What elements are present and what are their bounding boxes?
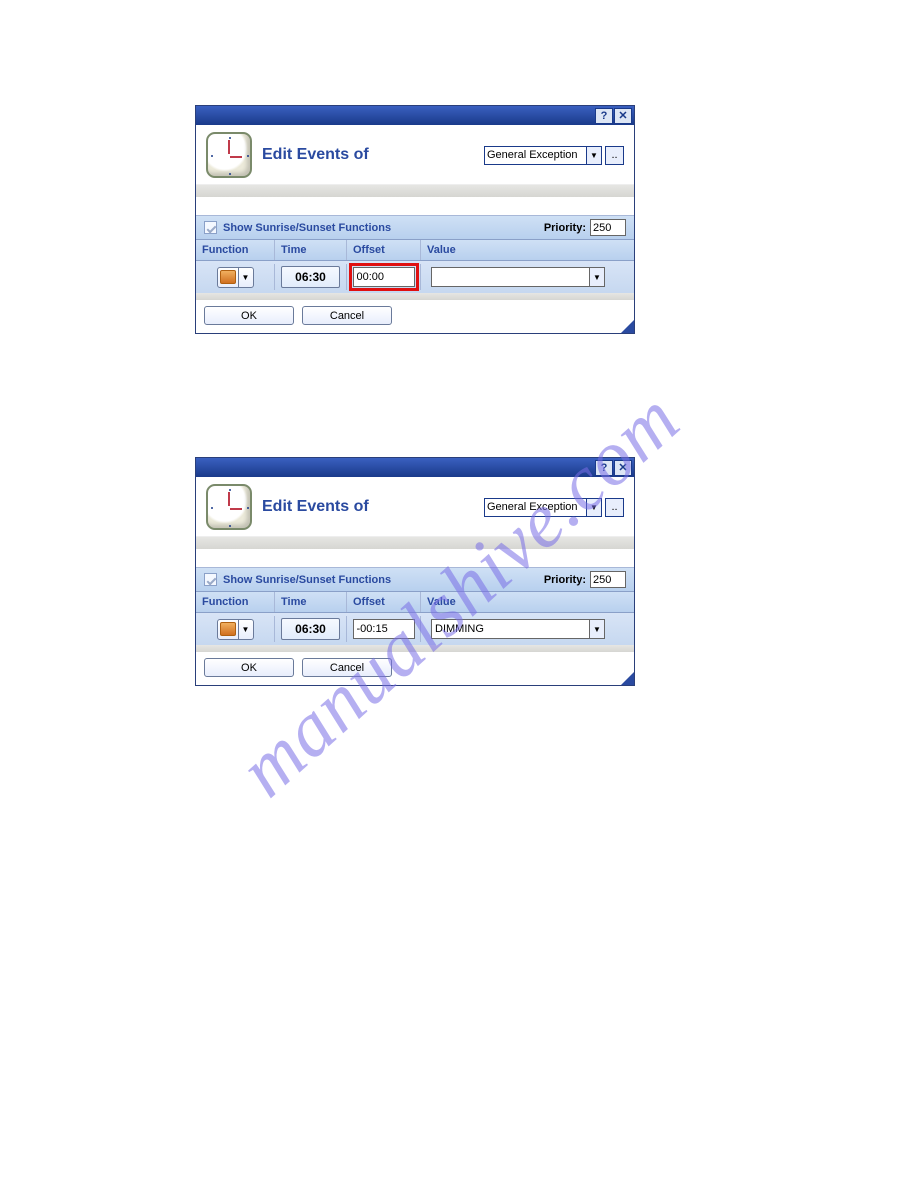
dialog-header: Edit Events of General Exception ▼ .. [196, 125, 634, 184]
exception-value: General Exception [487, 501, 578, 513]
priority-input[interactable] [590, 571, 626, 588]
value-select[interactable]: ▼ [431, 267, 605, 287]
col-offset: Offset [346, 592, 420, 612]
clock-icon [206, 132, 252, 178]
show-sunrise-checkbox[interactable] [204, 221, 217, 234]
sunrise-sunset-row: Show Sunrise/Sunset Functions Priority: [196, 567, 634, 592]
table-header: Function Time Offset Value [196, 592, 634, 613]
show-sunrise-checkbox[interactable] [204, 573, 217, 586]
divider [196, 184, 634, 197]
titlebar: ? ✕ [196, 458, 634, 477]
sunrise-icon [220, 622, 236, 636]
sunrise-sunset-row: Show Sunrise/Sunset Functions Priority: [196, 215, 634, 240]
help-button[interactable]: ? [595, 108, 613, 124]
chevron-down-icon: ▼ [586, 147, 601, 164]
offset-highlight [349, 263, 419, 291]
chevron-down-icon: ▼ [589, 268, 604, 286]
offset-input[interactable] [353, 267, 415, 287]
offset-cell [353, 619, 415, 639]
col-time: Time [274, 240, 346, 260]
ok-button[interactable]: OK [204, 658, 294, 677]
edit-events-dialog: ? ✕ Edit Events of General Exception ▼ .… [195, 457, 635, 686]
col-value: Value [420, 240, 634, 260]
cancel-button[interactable]: Cancel [302, 658, 392, 677]
browse-button[interactable]: .. [605, 146, 624, 165]
value-select[interactable]: DIMMING ▼ [431, 619, 605, 639]
divider [196, 645, 634, 652]
table-row: ▼ 06:30 ▼ [196, 261, 634, 293]
dialog-title: Edit Events of [262, 146, 369, 164]
dialog-title: Edit Events of [262, 498, 369, 516]
col-offset: Offset [346, 240, 420, 260]
priority-label: Priority: [544, 222, 586, 234]
function-dropdown[interactable]: ▼ [217, 619, 254, 640]
col-function: Function [196, 592, 274, 612]
time-cell[interactable]: 06:30 [281, 618, 340, 640]
close-button[interactable]: ✕ [614, 460, 632, 476]
divider [196, 293, 634, 300]
exception-select[interactable]: General Exception ▼ [484, 498, 602, 517]
col-value: Value [420, 592, 634, 612]
exception-select[interactable]: General Exception ▼ [484, 146, 602, 165]
chevron-down-icon: ▼ [589, 620, 604, 638]
col-function: Function [196, 240, 274, 260]
value-text: DIMMING [435, 623, 484, 635]
dialog-footer: OK Cancel [196, 300, 634, 333]
divider [196, 536, 634, 549]
edit-events-dialog: ? ✕ Edit Events of General Exception ▼ .… [195, 105, 635, 334]
col-time: Time [274, 592, 346, 612]
function-dropdown[interactable]: ▼ [217, 267, 254, 288]
chevron-down-icon: ▼ [238, 620, 253, 639]
browse-button[interactable]: .. [605, 498, 624, 517]
close-button[interactable]: ✕ [614, 108, 632, 124]
sunrise-icon [220, 270, 236, 284]
chevron-down-icon: ▼ [586, 499, 601, 516]
clock-icon [206, 484, 252, 530]
help-button[interactable]: ? [595, 460, 613, 476]
show-sunrise-label: Show Sunrise/Sunset Functions [223, 222, 391, 234]
priority-label: Priority: [544, 574, 586, 586]
exception-value: General Exception [487, 149, 578, 161]
offset-input[interactable] [353, 619, 415, 639]
cancel-button[interactable]: Cancel [302, 306, 392, 325]
priority-input[interactable] [590, 219, 626, 236]
time-cell[interactable]: 06:30 [281, 266, 340, 288]
chevron-down-icon: ▼ [238, 268, 253, 287]
ok-button[interactable]: OK [204, 306, 294, 325]
show-sunrise-label: Show Sunrise/Sunset Functions [223, 574, 391, 586]
dialog-footer: OK Cancel [196, 652, 634, 685]
table-row: ▼ 06:30 DIMMING ▼ [196, 613, 634, 645]
table-header: Function Time Offset Value [196, 240, 634, 261]
titlebar: ? ✕ [196, 106, 634, 125]
dialog-header: Edit Events of General Exception ▼ .. [196, 477, 634, 536]
